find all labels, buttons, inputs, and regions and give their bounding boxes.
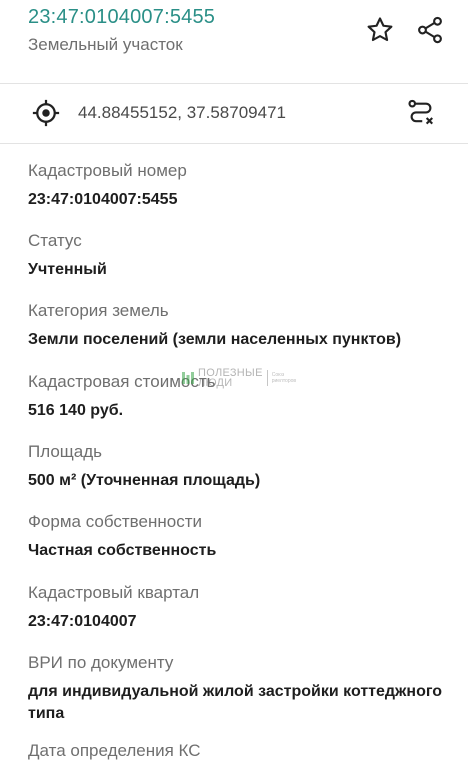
favorite-button[interactable]: [362, 12, 398, 48]
field-label: Кадастровый квартал: [28, 583, 200, 602]
field-value: Учтенный: [28, 261, 107, 278]
coordinates-text[interactable]: 44.88455152, 37.58709471: [78, 103, 286, 123]
field-label: Статус: [28, 231, 82, 250]
page-title: 23:47:0104007:5455: [28, 6, 216, 28]
watermark-small-text: Союз риелторов: [271, 372, 297, 384]
field-ownership-form: Форма собственности Частная собственност…: [28, 511, 458, 562]
field-label: Дата определения КС: [28, 741, 201, 760]
field-value: 516 140 руб.: [28, 402, 124, 419]
crosshair-icon: [32, 99, 60, 127]
watermark-logo: Полезные люди Союз риелторов: [180, 367, 297, 389]
logo-icon: [180, 368, 196, 388]
field-label: Кадастровый номер: [28, 161, 187, 180]
field-value: Частная собственность: [28, 542, 217, 559]
field-land-category: Категория земель Земли поселений (земли …: [28, 300, 458, 351]
route-icon: [408, 99, 434, 125]
watermark-text: Полезные люди: [198, 367, 263, 389]
share-button[interactable]: [412, 12, 448, 48]
star-icon: [367, 17, 393, 42]
field-value: для индивидуальной жилой застройки котте…: [28, 683, 443, 722]
field-cadastral-number: Кадастровый номер 23:47:0104007:5455: [28, 160, 458, 211]
field-label: Форма собственности: [28, 512, 202, 531]
field-value[interactable]: 23:47:0104007: [28, 611, 458, 633]
coordinates-row: 44.88455152, 37.58709471: [0, 84, 468, 143]
route-button[interactable]: [404, 96, 438, 130]
field-cadastral-quarter: Кадастровый квартал 23:47:0104007: [28, 582, 458, 633]
field-cost-date: Дата определения КС: [28, 740, 458, 762]
field-permitted-use: ВРИ по документу для индивидуальной жило…: [28, 652, 458, 725]
header: 23:47:0104007:5455 Земельный участок: [0, 0, 468, 82]
field-value[interactable]: 23:47:0104007:5455: [28, 189, 458, 211]
field-value: 500 м² (Уточненная площадь): [28, 472, 261, 489]
field-status: Статус Учтенный: [28, 230, 458, 281]
page-subtitle: Земельный участок: [28, 35, 183, 54]
field-value: Земли поселений (земли населенных пункто…: [28, 331, 402, 348]
field-label: Категория земель: [28, 301, 169, 320]
field-area: Площадь 500 м² (Уточненная площадь): [28, 441, 458, 492]
field-label: Площадь: [28, 442, 103, 461]
share-icon: [418, 16, 442, 44]
watermark-separator: [266, 370, 268, 386]
field-label: ВРИ по документу: [28, 653, 174, 672]
locate-button[interactable]: [30, 97, 62, 129]
coordinates-divider: [0, 143, 468, 144]
